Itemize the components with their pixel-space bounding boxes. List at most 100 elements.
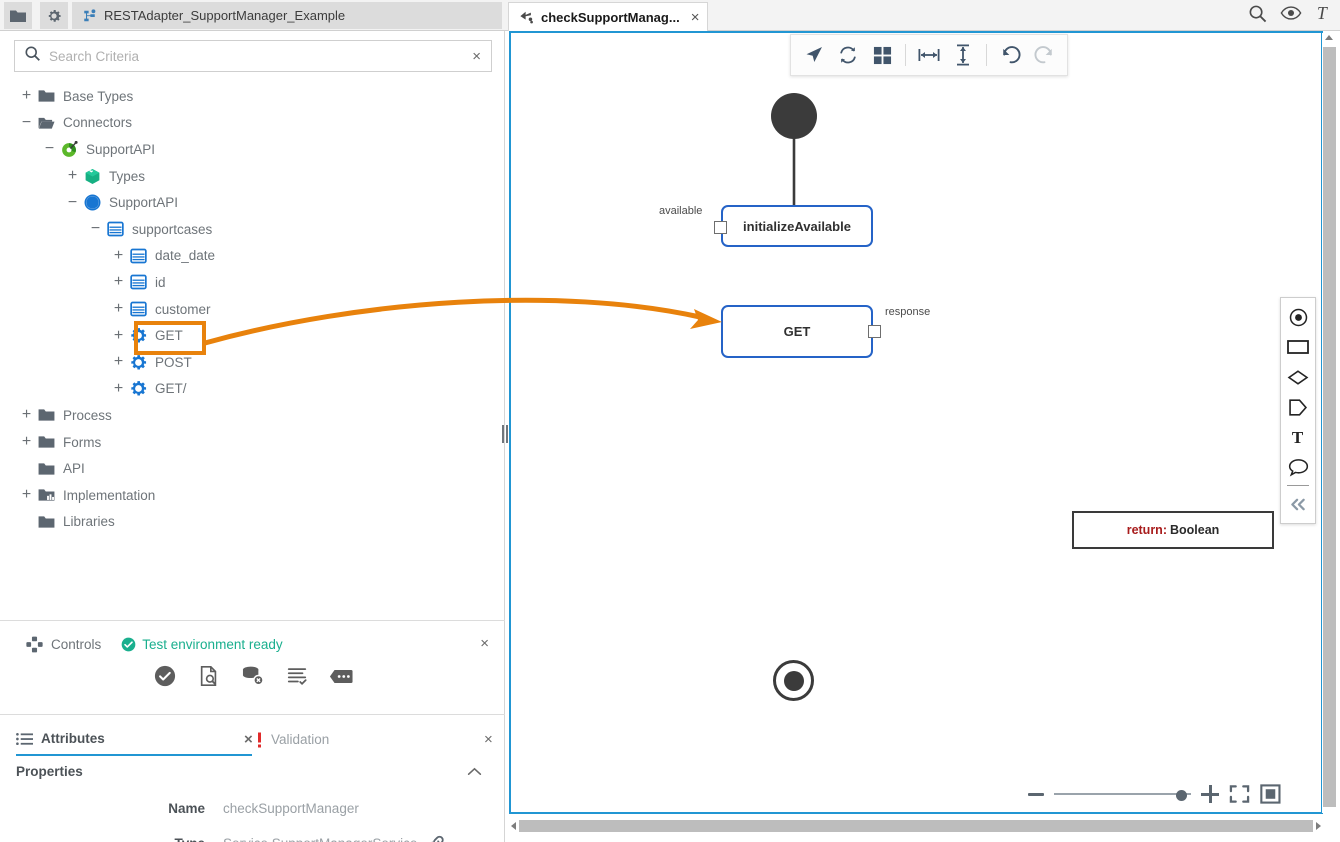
expand-icon[interactable]: + — [18, 88, 35, 104]
tab-attributes[interactable]: Attributes × — [16, 723, 252, 756]
property-value-name[interactable]: checkSupportManager — [205, 801, 359, 816]
expand-icon[interactable]: + — [18, 487, 35, 503]
vertical-scroll-thumb[interactable] — [1323, 47, 1336, 807]
tree-item-base-types[interactable]: + Base Types — [0, 83, 503, 110]
log-icon[interactable] — [284, 663, 310, 689]
horizontal-scroll-thumb[interactable] — [519, 820, 1313, 832]
zoom-slider[interactable] — [1054, 787, 1191, 801]
scroll-right-arrow[interactable] — [1316, 822, 1321, 830]
available-port[interactable] — [714, 221, 727, 234]
collapse-icon[interactable]: − — [41, 141, 58, 157]
tree-item-supportapi[interactable]: −SupportAPI — [0, 136, 503, 163]
diagram-canvas-frame: initializeAvailable available GET respon… — [509, 31, 1323, 814]
text-icon[interactable]: T — [1315, 4, 1332, 28]
tree-item-post[interactable]: +POST — [0, 349, 503, 376]
document-tab-close-button[interactable]: × — [691, 10, 700, 25]
search-clear-button[interactable]: × — [462, 48, 491, 65]
expand-icon[interactable]: + — [64, 168, 81, 184]
expand-icon[interactable]: + — [110, 301, 127, 317]
tree-item-label: Libraries — [57, 514, 115, 529]
expand-icon[interactable]: + — [110, 328, 127, 344]
tree-item-get[interactable]: + GET — [0, 322, 503, 349]
tree-item-customer[interactable]: +customer — [0, 296, 503, 323]
document-tab[interactable]: checkSupportManag... × — [508, 2, 708, 31]
tab-validation-close[interactable]: × — [484, 731, 493, 748]
return-annotation-box[interactable]: return: Boolean — [1072, 511, 1274, 549]
scroll-left-arrow[interactable] — [511, 822, 516, 830]
controls-close-button[interactable]: × — [480, 635, 489, 652]
inspect-document-icon[interactable] — [196, 663, 222, 689]
collapse-icon[interactable]: − — [64, 195, 81, 211]
fit-page-icon[interactable] — [1260, 784, 1281, 804]
list-icon — [16, 732, 33, 746]
start-node[interactable] — [771, 93, 817, 139]
gear-icon[interactable] — [40, 2, 68, 29]
tree-item-id[interactable]: + id — [0, 269, 503, 296]
end-node[interactable] — [773, 660, 814, 701]
more-icon[interactable] — [328, 663, 354, 689]
expand-icon[interactable]: + — [110, 248, 127, 264]
method-icon — [127, 354, 149, 371]
tree-item-get[interactable]: +GET/ — [0, 376, 503, 403]
tree-item-label: id — [149, 275, 166, 290]
tree-item-supportapi[interactable]: − SupportAPI — [0, 189, 503, 216]
tree-item-libraries[interactable]: Libraries — [0, 509, 503, 536]
search-input[interactable] — [43, 49, 462, 64]
tree-item-label: Types — [103, 169, 145, 184]
tree-item-label: SupportAPI — [103, 195, 178, 210]
collapse-icon[interactable]: − — [18, 115, 35, 131]
initialize-available-node[interactable]: initializeAvailable — [721, 205, 873, 247]
tree-item-date-date[interactable]: +date_date — [0, 243, 503, 270]
comment-icon[interactable] — [1281, 452, 1315, 482]
expand-icon[interactable]: + — [110, 354, 127, 370]
tree-item-label: GET — [149, 328, 183, 343]
text-icon[interactable]: T — [1281, 422, 1315, 452]
tree-item-implementation[interactable]: +Implementation — [0, 482, 503, 509]
application-window: RESTAdapter_SupportManager_Example check… — [0, 0, 1340, 842]
properties-collapse-toggle[interactable] — [467, 764, 482, 779]
expand-icon[interactable]: + — [18, 434, 35, 450]
run-test-icon[interactable] — [152, 663, 178, 689]
clear-database-icon[interactable] — [240, 663, 266, 689]
property-value-type[interactable]: Service.SupportManagerService — [205, 836, 417, 842]
diamond-node-icon[interactable] — [1281, 362, 1315, 392]
tree-item-label: Base Types — [57, 89, 133, 104]
splitter-bar — [506, 425, 508, 443]
zoom-slider-thumb[interactable] — [1176, 790, 1187, 801]
tree-item-api[interactable]: API — [0, 455, 503, 482]
link-icon[interactable] — [417, 834, 446, 842]
zoom-out-icon[interactable] — [1028, 793, 1044, 796]
search-icon[interactable] — [1248, 4, 1267, 28]
eye-icon[interactable] — [1280, 5, 1302, 26]
collapse-icon[interactable]: − — [87, 221, 104, 237]
response-port[interactable] — [868, 325, 881, 338]
expand-icon[interactable]: + — [110, 381, 127, 397]
folder-open-icon — [35, 116, 57, 130]
search-box[interactable]: × — [14, 40, 492, 72]
circle-node-icon[interactable] — [1281, 302, 1315, 332]
tree-item-types[interactable]: + Types — [0, 163, 503, 190]
zoom-in-icon[interactable] — [1201, 785, 1219, 803]
tree-item-supportcases[interactable]: −supportcases — [0, 216, 503, 243]
fit-screen-icon[interactable] — [1229, 784, 1250, 804]
expand-icon[interactable]: + — [110, 274, 127, 290]
folder-icon[interactable] — [4, 2, 32, 29]
tree-item-connectors[interactable]: −Connectors — [0, 110, 503, 137]
check-circle-icon — [121, 637, 136, 652]
get-node[interactable]: GET — [721, 305, 873, 358]
tab-validation-label: Validation — [271, 732, 329, 747]
collapse-palette-icon[interactable] — [1281, 489, 1315, 519]
tab-validation[interactable]: Validation × — [256, 723, 492, 756]
project-tab[interactable]: RESTAdapter_SupportManager_Example — [72, 2, 502, 29]
tree-item-process[interactable]: +Process — [0, 402, 503, 429]
expand-icon[interactable]: + — [18, 407, 35, 423]
canvas-horizontal-scrollbar[interactable] — [509, 818, 1323, 834]
canvas-vertical-scrollbar[interactable] — [1322, 33, 1337, 813]
scroll-up-arrow[interactable] — [1325, 35, 1333, 40]
controls-panel-title: Controls — [51, 637, 101, 652]
pentagon-node-icon[interactable] — [1281, 392, 1315, 422]
tab-attributes-close[interactable]: × — [244, 731, 253, 748]
tree-item-forms[interactable]: +Forms — [0, 429, 503, 456]
rectangle-node-icon[interactable] — [1281, 332, 1315, 362]
diagram-canvas[interactable]: initializeAvailable available GET respon… — [511, 33, 1321, 812]
